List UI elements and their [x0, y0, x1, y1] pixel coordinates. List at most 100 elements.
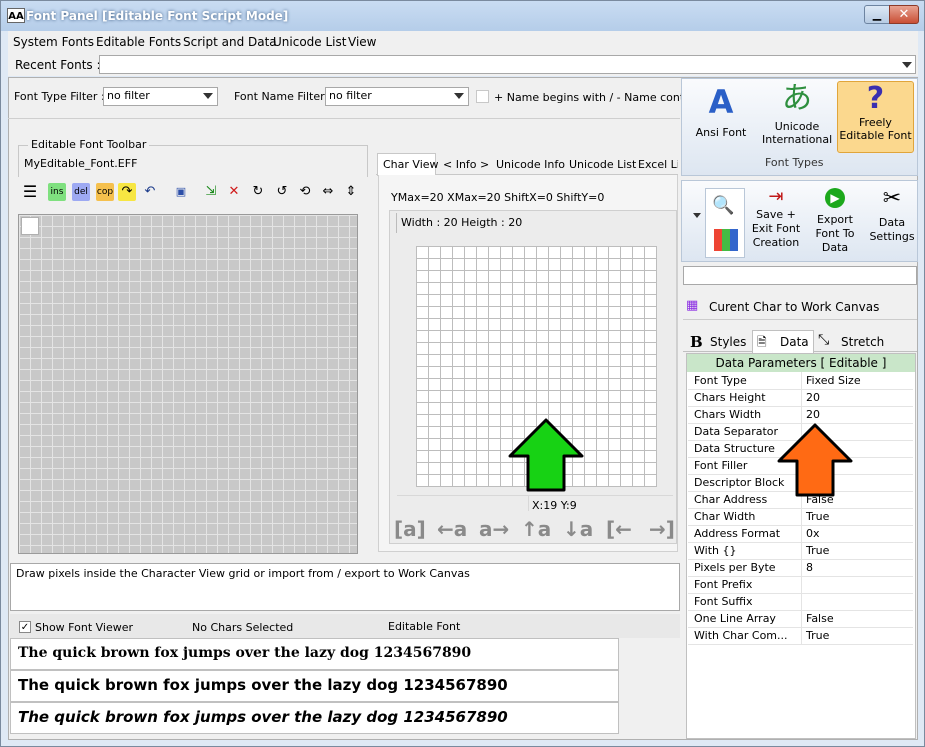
- tab-char-view[interactable]: Char View: [383, 158, 439, 171]
- data-param-value[interactable]: 20: [806, 391, 820, 404]
- editable-toolbar-label: Editable Font Toolbar: [28, 138, 150, 151]
- data-param-value[interactable]: True: [806, 544, 829, 557]
- flip-horizontal-icon[interactable]: ⇔: [319, 183, 337, 201]
- delete-button[interactable]: del: [72, 183, 90, 201]
- search-input[interactable]: [683, 266, 917, 285]
- magnifier-icon: 🔍: [712, 195, 735, 216]
- minimize-button[interactable]: ▁: [864, 5, 890, 24]
- chevron-down-icon[interactable]: [693, 213, 701, 218]
- menu-icon[interactable]: ☰: [21, 183, 39, 201]
- data-param-value[interactable]: True: [806, 510, 829, 523]
- tab-styles[interactable]: Styles: [710, 335, 746, 349]
- play-icon: ▶: [825, 188, 845, 208]
- tab-unicode-info[interactable]: Unicode Info: [496, 158, 565, 171]
- font-char-grid[interactable]: [18, 214, 358, 554]
- font-name-filter-combo[interactable]: no filter: [325, 87, 469, 106]
- copy-button[interactable]: cop: [96, 183, 114, 201]
- data-param-key: Font Filler: [694, 459, 748, 472]
- view-mode-button[interactable]: 🔍: [705, 188, 745, 258]
- tab-unicode-list[interactable]: Unicode List: [569, 158, 636, 171]
- save-exit-label: Save + Exit Font Creation: [751, 208, 801, 249]
- data-param-value[interactable]: True: [806, 629, 829, 642]
- data-param-key: Address Format: [694, 527, 781, 540]
- rotate-icon[interactable]: ⟲: [296, 183, 314, 201]
- close-button[interactable]: ✕: [889, 5, 919, 24]
- save-icon[interactable]: ▣: [172, 183, 190, 201]
- ansi-a-icon: A: [708, 83, 734, 121]
- clear-icon[interactable]: ✕: [225, 183, 243, 201]
- name-mode-label: + Name begins with / - Name contains: [494, 91, 707, 104]
- font-type-filter-combo[interactable]: no filter: [103, 87, 218, 106]
- undo-icon[interactable]: ↶: [141, 183, 159, 201]
- nav-shift-right-button[interactable]: a→: [479, 517, 509, 541]
- divider: [8, 118, 680, 119]
- data-settings-label: Data Settings: [869, 216, 915, 243]
- data-param-value[interactable]: False: [806, 612, 834, 625]
- nav-last-button[interactable]: →]: [649, 517, 675, 541]
- ansi-font-button[interactable]: A Ansi Font: [690, 84, 752, 154]
- divider: [397, 495, 673, 496]
- freely-editable-font-button[interactable]: ? Freely Editable Font: [837, 81, 914, 153]
- import-icon[interactable]: ⇲: [202, 183, 220, 201]
- redo-icon[interactable]: ↷: [118, 183, 136, 201]
- rotate-right-icon[interactable]: ↻: [249, 183, 267, 201]
- font-kind-label: Editable Font: [388, 620, 461, 633]
- char-size: Width : 20 Heigth : 20: [401, 216, 523, 229]
- nav-first-button[interactable]: [←: [606, 517, 632, 541]
- nav-shift-left-button[interactable]: ←a: [437, 517, 467, 541]
- export-font-to-data-button[interactable]: ▶ Export Font To Data: [808, 188, 862, 258]
- unicode-font-label: Unicode International: [762, 120, 833, 146]
- tab-info[interactable]: < Info >: [443, 158, 489, 171]
- save-exit-font-creation-button[interactable]: ⇥ Save + Exit Font Creation: [747, 186, 805, 256]
- font-sample-1: The quick brown fox jumps over the lazy …: [10, 638, 619, 670]
- name-mode-checkbox[interactable]: [476, 90, 489, 103]
- data-settings-button[interactable]: ✂ Data Settings: [866, 186, 918, 256]
- menu-bar: System Fonts Editable Fonts Script and D…: [8, 31, 918, 53]
- menu-script-and-data[interactable]: Script and Data: [183, 35, 277, 49]
- font-file-name: MyEditable_Font.EFF: [24, 157, 138, 170]
- tab-excel-list[interactable]: Excel Lis: [638, 158, 678, 171]
- rotate-left-icon[interactable]: ↺: [273, 183, 291, 201]
- nav-shift-down-button[interactable]: ↓a: [563, 517, 593, 541]
- current-char-label: Curent Char to Work Canvas: [709, 300, 880, 314]
- menu-system-fonts[interactable]: System Fonts: [13, 35, 94, 49]
- data-param-key: Chars Height: [694, 391, 766, 404]
- menu-editable-fonts[interactable]: Editable Fonts: [96, 35, 181, 49]
- data-param-value[interactable]: Fixed Size: [806, 374, 861, 387]
- help-icon: ?: [866, 81, 885, 116]
- char-metrics: YMax=20 XMax=20 ShiftX=0 ShiftY=0: [391, 191, 605, 204]
- show-font-viewer-checkbox[interactable]: ✓: [19, 621, 31, 633]
- data-param-key: Chars Width: [694, 408, 762, 421]
- divider: [801, 372, 802, 644]
- bold-icon: B: [690, 333, 703, 351]
- menu-view[interactable]: View: [348, 35, 376, 49]
- menu-unicode-list[interactable]: Unicode List: [273, 35, 346, 49]
- flip-vertical-icon[interactable]: ⇕: [342, 183, 360, 201]
- orange-up-arrow-icon: [777, 423, 853, 497]
- current-char-to-work-canvas-button[interactable]: ▦ Curent Char to Work Canvas: [683, 294, 917, 320]
- palette-icon: [714, 229, 738, 251]
- export-font-label: Export Font To Data: [815, 213, 855, 254]
- freely-editable-font-label: Freely Editable Font: [839, 116, 912, 142]
- selected-char-cell[interactable]: [21, 217, 39, 235]
- nav-center-button[interactable]: [a]: [394, 517, 426, 541]
- data-param-key: Pixels per Byte: [694, 561, 776, 574]
- data-param-value[interactable]: 8: [806, 561, 813, 574]
- data-param-value[interactable]: 20: [806, 408, 820, 421]
- show-font-viewer-label: Show Font Viewer: [35, 621, 134, 634]
- data-param-value[interactable]: 0x: [806, 527, 820, 540]
- divider: [396, 213, 397, 233]
- unicode-font-button[interactable]: あ Unicode International: [762, 82, 832, 152]
- font-name-filter-label: Font Name Filter :: [234, 90, 332, 103]
- tab-stretch[interactable]: Stretch: [841, 335, 884, 349]
- insert-button[interactable]: ins: [48, 183, 66, 201]
- data-param-key: Font Suffix: [694, 595, 753, 608]
- recent-fonts-combo[interactable]: [99, 55, 916, 74]
- tab-data[interactable]: Data: [780, 335, 809, 349]
- green-up-arrow-icon: [508, 418, 584, 492]
- data-param-key: Char Address: [694, 493, 768, 506]
- grid-icon: ▦: [686, 298, 699, 313]
- data-param-key: With Char Com...: [694, 629, 788, 642]
- document-icon: 🗎: [757, 335, 767, 349]
- nav-shift-up-button[interactable]: ↑a: [521, 517, 551, 541]
